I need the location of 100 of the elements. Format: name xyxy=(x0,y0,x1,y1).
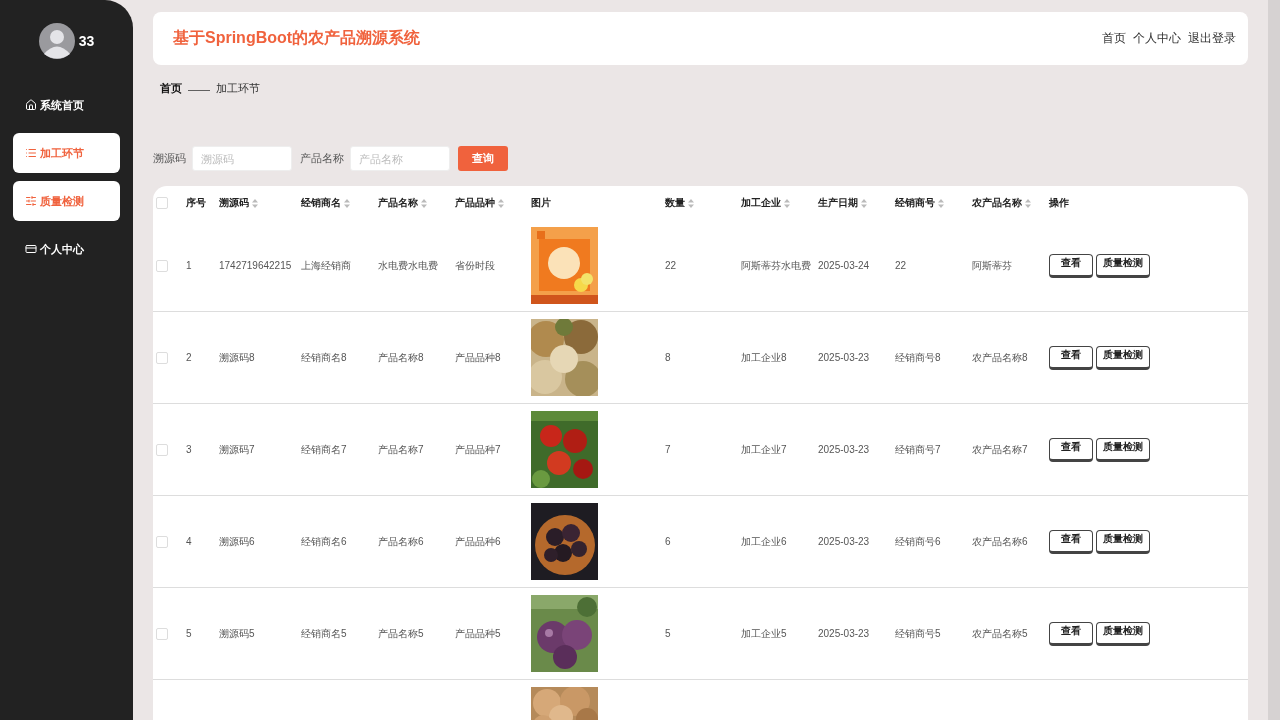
table-cell-text: 加工企业5 xyxy=(741,626,788,641)
sort-icon[interactable] xyxy=(344,198,350,208)
table-cell-text: 2025-03-23 xyxy=(818,444,871,455)
card-icon xyxy=(25,243,37,255)
table-cell-text: 4 xyxy=(186,536,193,547)
table-cell-text: 加工企业8 xyxy=(741,350,788,365)
sort-icon[interactable] xyxy=(421,198,427,208)
header-link[interactable]: 首页 xyxy=(1102,30,1126,47)
column-header[interactable]: 经销商号 xyxy=(895,196,972,210)
table-cell-text: 3 xyxy=(186,444,193,455)
view-button[interactable]: 查看 xyxy=(1049,345,1093,370)
checkbox[interactable] xyxy=(156,197,168,209)
inspect-button[interactable]: 质量检测 xyxy=(1096,529,1150,554)
table-cell-text: 产品品种6 xyxy=(455,534,502,549)
table-cell-text: 产品名称7 xyxy=(378,442,425,457)
table-cell-text: 溯源码7 xyxy=(219,442,256,457)
breadcrumb-current: 加工环节 xyxy=(216,81,260,96)
table-cell-text: 2 xyxy=(186,352,193,363)
search-field[interactable]: 产品名称 xyxy=(350,146,450,171)
site-title: 基于SpringBoot的农产品溯源系统 xyxy=(173,28,421,48)
sort-icon[interactable] xyxy=(688,198,694,208)
table-cell-text: 2025-03-23 xyxy=(818,628,871,639)
table-cell-text: 溯源码6 xyxy=(219,534,256,549)
table-cell-text: 6 xyxy=(665,536,672,547)
table-cell-text: 经销商名6 xyxy=(301,534,348,549)
table-cell-text: 溯源码5 xyxy=(219,626,256,641)
column-header[interactable]: 经销商名 xyxy=(301,196,378,210)
breadcrumb-link[interactable]: 首页 xyxy=(160,81,182,96)
table-cell-text: 农产品名称6 xyxy=(972,534,1029,549)
table-cell-text: 经销商名7 xyxy=(301,442,348,457)
nav-item[interactable]: 个人中心 xyxy=(13,229,120,269)
home-icon xyxy=(25,99,37,111)
table-cell-text: 上海经销商 xyxy=(301,258,352,273)
sort-icon[interactable] xyxy=(784,198,790,208)
sort-icon[interactable] xyxy=(1025,198,1031,208)
table-cell-text: 经销商名8 xyxy=(301,350,348,365)
table-cell-text: 2025-03-23 xyxy=(818,536,871,547)
table-cell-text: 产品名称8 xyxy=(378,350,425,365)
sort-icon[interactable] xyxy=(938,198,944,208)
column-header[interactable]: 产品品种 xyxy=(455,196,531,210)
column-header[interactable]: 生产日期 xyxy=(818,196,895,210)
table-cell-text: 农产品名称5 xyxy=(972,626,1029,641)
column-header[interactable]: 产品名称 xyxy=(378,196,455,210)
table-cell-text: 5 xyxy=(186,628,193,639)
inspect-button[interactable]: 质量检测 xyxy=(1096,345,1150,370)
sort-icon[interactable] xyxy=(861,198,867,208)
avatar xyxy=(38,23,75,59)
table-cell-text: 产品名称5 xyxy=(378,626,425,641)
sort-icon[interactable] xyxy=(252,198,258,208)
view-button[interactable]: 查看 xyxy=(1049,529,1093,554)
checkbox[interactable] xyxy=(156,627,168,640)
column-header: 操作 xyxy=(1049,196,1070,210)
table-cell-text: 经销商号7 xyxy=(895,442,942,457)
table-cell-text: 农产品名称7 xyxy=(972,442,1029,457)
table-cell-text: 农产品名称8 xyxy=(972,350,1029,365)
table-cell-text: 溯源码8 xyxy=(219,350,256,365)
sort-icon[interactable] xyxy=(498,198,504,208)
view-button[interactable]: 查看 xyxy=(1049,621,1093,646)
table-cell-text: 2025-03-23 xyxy=(818,352,871,363)
table-cell-text: 经销商号5 xyxy=(895,626,942,641)
table-cell-text: 产品品种8 xyxy=(455,350,502,365)
column-header: 序号 xyxy=(186,196,207,210)
table-cell-text: 阿斯蒂芬水电费 xyxy=(741,258,812,273)
view-button[interactable]: 查看 xyxy=(1049,437,1093,462)
search-field[interactable]: 溯源码 xyxy=(192,146,292,171)
column-header[interactable]: 加工企业 xyxy=(741,196,818,210)
table-cell-text: 加工企业6 xyxy=(741,534,788,549)
table-cell-text: 水电费水电费 xyxy=(378,258,439,273)
column-header[interactable]: 数量 xyxy=(665,196,741,210)
table-cell-text: 22 xyxy=(895,260,908,271)
table-cell-text: 1742719642215 xyxy=(219,260,293,271)
checkbox[interactable] xyxy=(156,259,168,272)
breadcrumb-separator: —— xyxy=(188,82,210,95)
table-cell-text: 5 xyxy=(665,628,672,639)
column-header[interactable]: 溯源码 xyxy=(219,196,301,210)
checkbox[interactable] xyxy=(156,443,168,456)
table-cell-text: 经销商号8 xyxy=(895,350,942,365)
field-label: 产品名称 xyxy=(300,151,344,166)
table-cell-text: 阿斯蒂芬 xyxy=(972,258,1013,273)
user-name: 33 xyxy=(78,33,95,49)
inspect-button[interactable]: 质量检测 xyxy=(1096,253,1150,278)
inspect-button[interactable]: 质量检测 xyxy=(1096,437,1150,462)
column-header: 图片 xyxy=(531,196,552,210)
inspect-button[interactable]: 质量检测 xyxy=(1096,621,1150,646)
table-cell-text: 产品品种7 xyxy=(455,442,502,457)
table-cell-text: 省份时段 xyxy=(455,258,496,273)
checkbox[interactable] xyxy=(156,535,168,548)
field-label: 溯源码 xyxy=(153,151,186,166)
header-link[interactable]: 退出登录 xyxy=(1188,30,1236,47)
view-button[interactable]: 查看 xyxy=(1049,253,1093,278)
table-cell-text: 经销商名5 xyxy=(301,626,348,641)
sliders-icon xyxy=(25,195,37,207)
table-cell-text: 加工企业7 xyxy=(741,442,788,457)
column-header[interactable]: 农产品名称 xyxy=(972,196,1049,210)
header-link[interactable]: 个人中心 xyxy=(1133,30,1181,47)
table-cell-text: 经销商号6 xyxy=(895,534,942,549)
checkbox[interactable] xyxy=(156,351,168,364)
nav-item[interactable]: 系统首页 xyxy=(13,85,120,125)
table-cell-text: 产品名称6 xyxy=(378,534,425,549)
list-icon xyxy=(25,147,37,159)
